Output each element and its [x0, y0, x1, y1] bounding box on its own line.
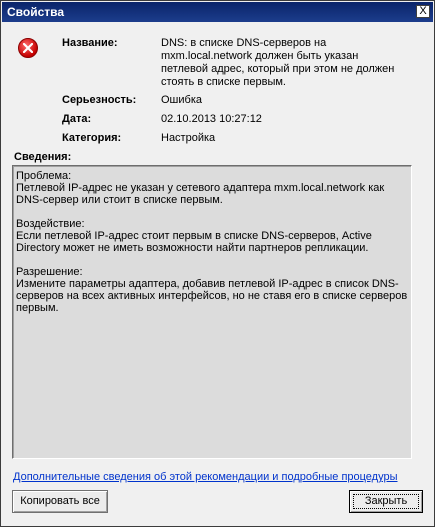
name-label: Название: [62, 37, 118, 49]
copy-all-button[interactable]: Копировать все [12, 490, 108, 513]
error-icon [18, 38, 38, 58]
name-value: DNS: в списке DNS-серверов на mxm.local.… [161, 37, 395, 88]
details-problem: Проблема: Петлевой IP-адрес не указан у … [16, 170, 385, 206]
close-button-label: Закрыть [364, 495, 408, 507]
window-title: Свойства [7, 5, 65, 19]
date-value: 02.10.2013 10:27:12 [161, 113, 262, 125]
severity-label: Серьезность: [62, 94, 137, 106]
properties-dialog: Свойства X Название: DNS: в списке DNS-с… [0, 0, 435, 527]
details-impact: Воздействие: Если петлевой IP-адрес стои… [16, 218, 372, 254]
title-bar[interactable]: Свойства X [2, 2, 433, 22]
severity-value: Ошибка [161, 94, 202, 106]
details-textbox[interactable]: Проблема: Петлевой IP-адрес не указан у … [12, 165, 412, 459]
date-label: Дата: [62, 113, 92, 125]
close-button[interactable]: Закрыть [349, 490, 423, 513]
close-window-button[interactable]: X [416, 5, 430, 18]
more-info-link[interactable]: Дополнительные сведения об этой рекоменд… [13, 471, 398, 483]
category-label: Категория: [62, 132, 122, 144]
details-resolution: Разрешение: Измените параметры адаптера,… [16, 266, 408, 314]
details-title: Сведения: [14, 151, 72, 163]
category-value: Настройка [161, 132, 216, 144]
